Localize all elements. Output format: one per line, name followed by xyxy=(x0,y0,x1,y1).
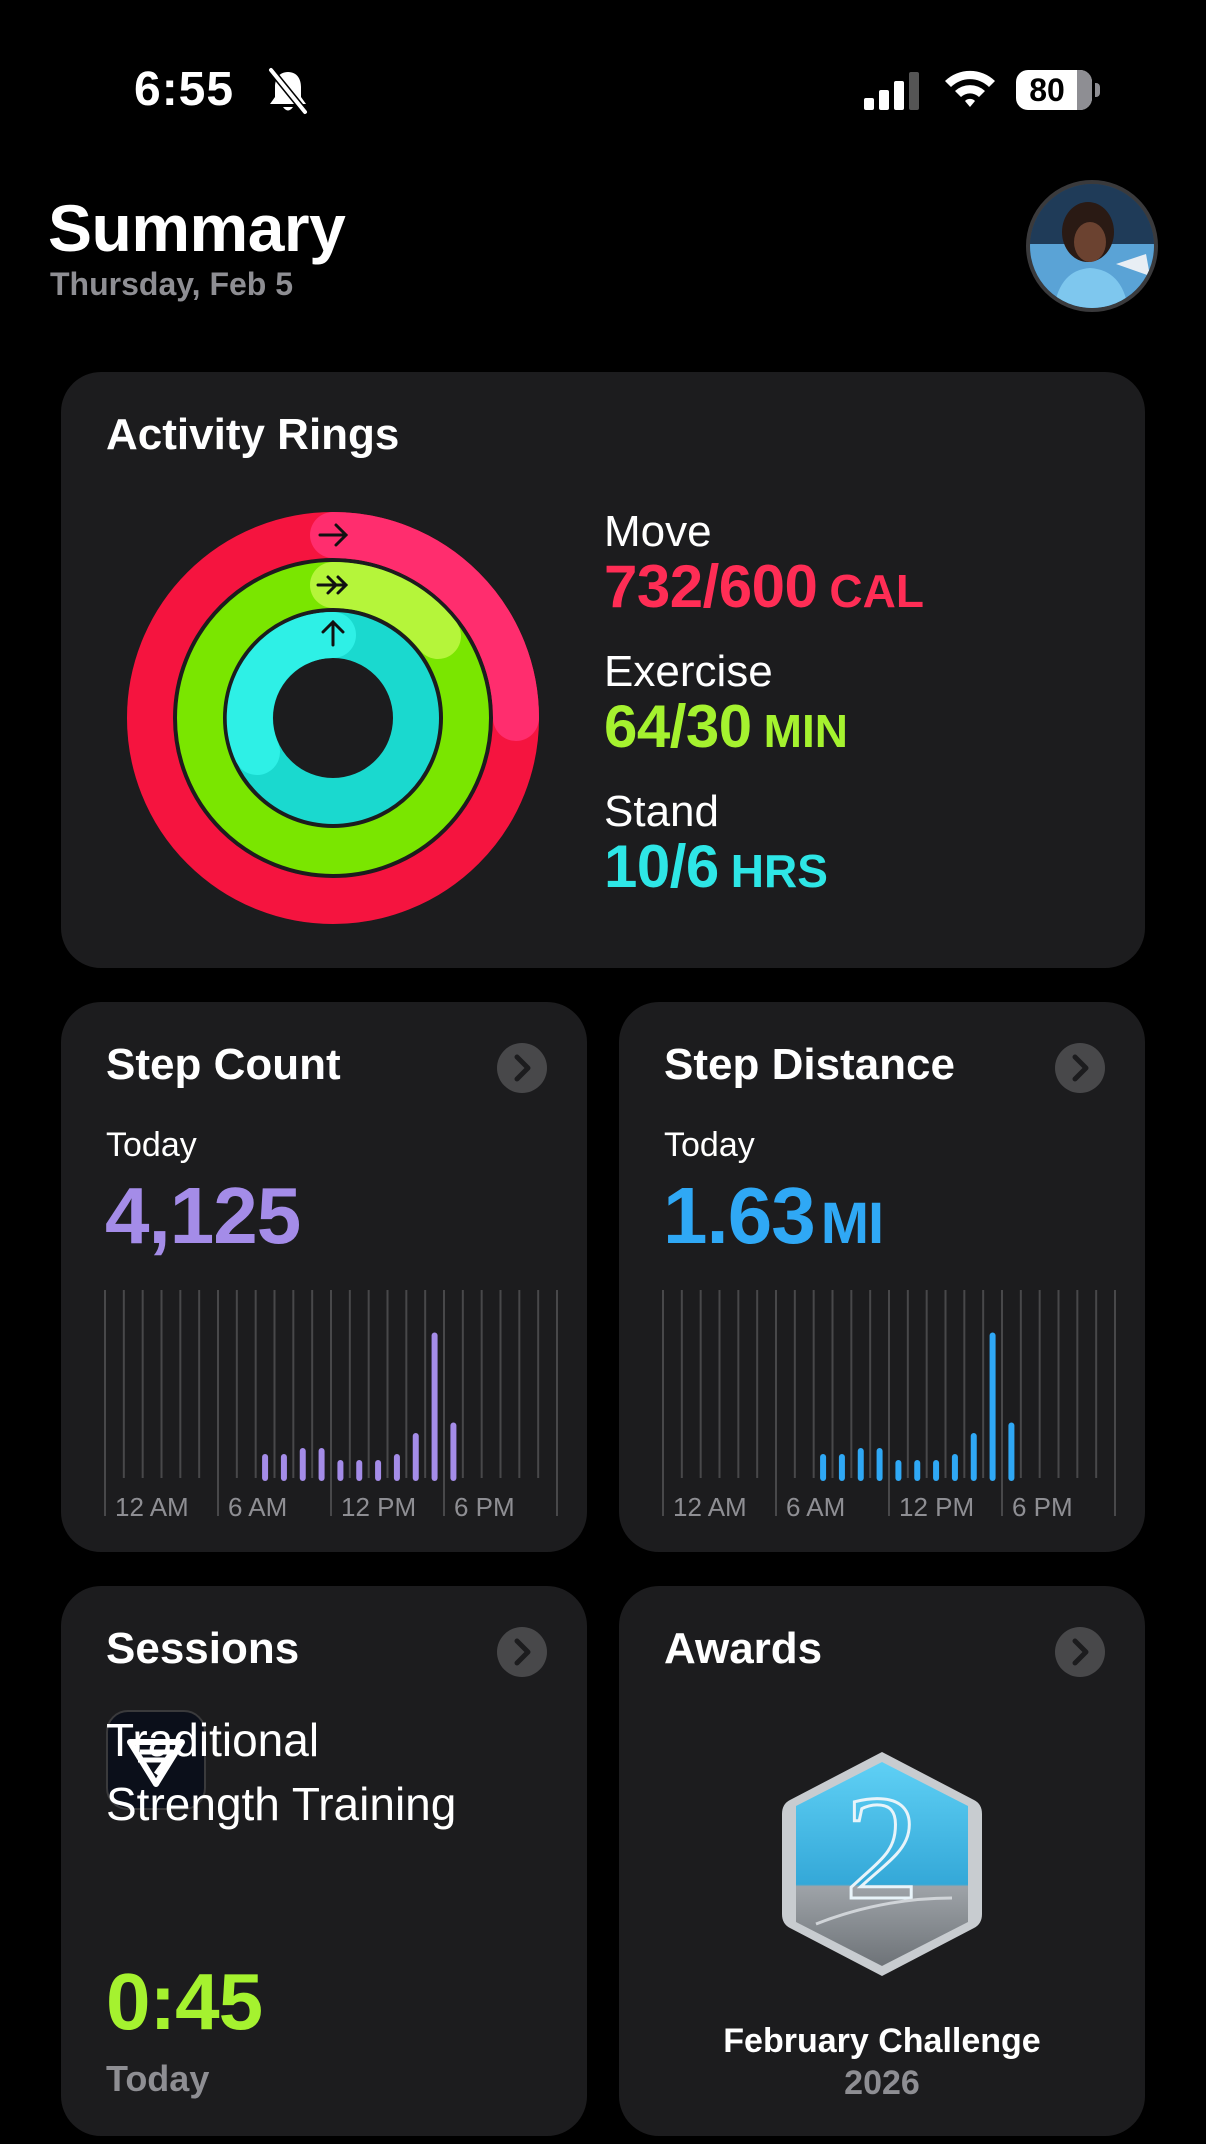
award-year: 2026 xyxy=(844,2064,920,2102)
axis-tick-label: 6 PM xyxy=(1012,1492,1073,1522)
session-period: Today xyxy=(106,2058,210,2099)
axis-tick-label: 6 AM xyxy=(228,1492,287,1522)
status-time: 6:55 xyxy=(134,63,235,116)
step-distance-title: Step Distance xyxy=(664,1040,955,1089)
2026-award-badge-icon[interactable]: 2 xyxy=(776,1748,988,1980)
step-distance-unit: MI xyxy=(820,1191,884,1256)
axis-tick-label: 12 PM xyxy=(341,1492,416,1522)
step-count-chart: 12 AM 6 AM 12 PM 6 PM xyxy=(104,1290,558,1522)
step-count-card[interactable]: Step Count Today 4,125 12 AM 6 AM 12 PM 6 P… xyxy=(61,1002,587,1552)
session-name-line2: Strength Training xyxy=(106,1778,457,1830)
step-count-value: 4,125 xyxy=(105,1171,301,1260)
axis-tick-label: 6 AM xyxy=(786,1492,845,1522)
battery-icon: 80 xyxy=(1016,70,1100,112)
profile-avatar[interactable] xyxy=(1026,180,1158,312)
activity-rings[interactable] xyxy=(120,500,552,932)
move-label: Move xyxy=(604,507,712,556)
cellular-signal-icon xyxy=(864,72,924,112)
step-distance-value: 1.63 xyxy=(663,1171,816,1260)
move-value-row: 732/600 CAL xyxy=(604,556,924,618)
step-distance-value-row: 1.63 MI xyxy=(663,1170,884,1262)
exercise-label: Exercise xyxy=(604,647,773,696)
session-name: Traditional Strength Training xyxy=(106,1708,456,1836)
page-date: Thursday, Feb 5 xyxy=(50,266,294,302)
move-stat: Move xyxy=(604,508,712,556)
stand-ring-overlap xyxy=(226,611,356,775)
step-count-chevron-right-icon[interactable] xyxy=(497,1043,547,1093)
step-distance-card[interactable]: Step Distance Today 1.63 MI 12 AM 6 AM 12 P… xyxy=(619,1002,1145,1552)
step-distance-period: Today xyxy=(664,1126,755,1164)
exercise-unit: MIN xyxy=(763,705,848,757)
sessions-card[interactable]: Sessions xyxy=(61,1586,587,2136)
stand-value: 10/6 xyxy=(604,833,719,900)
stand-label: Stand xyxy=(604,787,719,836)
session-name-line1: Traditional xyxy=(106,1714,320,1766)
activity-rings-title: Activity Rings xyxy=(106,410,400,459)
stand-unit: HRS xyxy=(730,845,828,897)
exercise-value: 64/30 xyxy=(604,693,752,760)
wifi-icon xyxy=(942,66,998,110)
step-distance-chart: 12 AM 6 AM 12 PM 6 PM xyxy=(662,1290,1116,1522)
awards-title: Awards xyxy=(664,1624,823,1673)
page-title: Summary xyxy=(48,191,346,265)
bell-slash-icon xyxy=(265,66,311,116)
move-value: 732/600 xyxy=(604,553,818,620)
step-distance-chevron-right-icon[interactable] xyxy=(1055,1043,1105,1093)
exercise-value-row: 64/30 MIN xyxy=(604,696,848,758)
axis-tick-label: 6 PM xyxy=(454,1492,515,1522)
awards-chevron-right-icon[interactable] xyxy=(1055,1627,1105,1677)
step-count-period: Today xyxy=(106,1126,197,1164)
step-count-title: Step Count xyxy=(106,1040,341,1089)
move-unit: CAL xyxy=(829,565,924,617)
stand-value-row: 10/6 HRS xyxy=(604,836,828,898)
axis-tick-label: 12 AM xyxy=(673,1492,747,1522)
exercise-stat: Exercise xyxy=(604,648,773,696)
session-duration: 0:45 xyxy=(106,1957,263,2046)
award-name: February Challenge xyxy=(723,2022,1041,2060)
sessions-chevron-right-icon[interactable] xyxy=(497,1627,547,1677)
axis-tick-label: 12 PM xyxy=(899,1492,974,1522)
axis-tick-label: 12 AM xyxy=(115,1492,189,1522)
sessions-title: Sessions xyxy=(106,1624,300,1673)
battery-percentage: 80 xyxy=(1029,72,1065,108)
status-bar: 6:55 80 xyxy=(0,0,1206,150)
stand-stat: Stand xyxy=(604,788,719,836)
